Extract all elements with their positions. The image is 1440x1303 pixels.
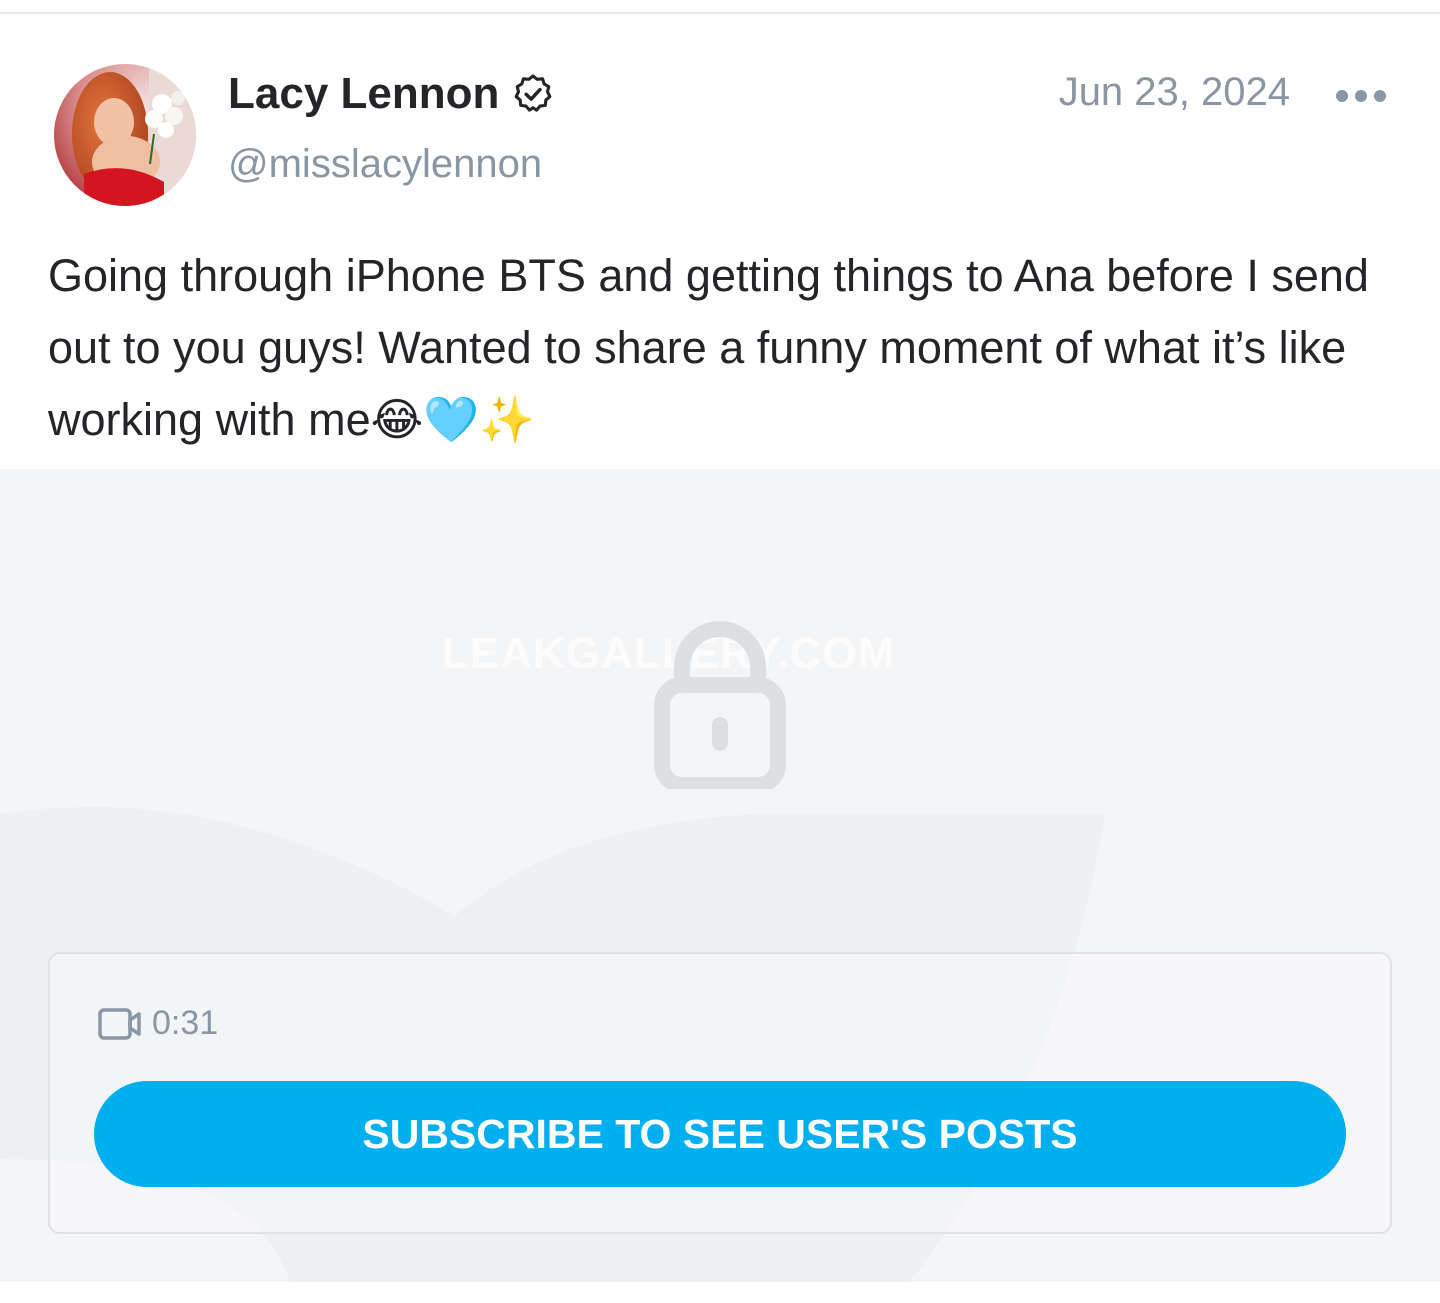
video-duration: 0:31	[152, 1004, 219, 1042]
avatar-photo	[54, 64, 196, 206]
video-camera-icon	[98, 1007, 141, 1040]
post-text: Going through iPhone BTS and getting thi…	[48, 250, 1369, 445]
avatar[interactable]	[54, 64, 196, 206]
more-dots-icon	[1336, 90, 1386, 102]
post-date[interactable]: Jun 23, 2024	[1059, 70, 1290, 115]
locked-media: LEAKGALLERY.COM 0:31 SUBSCRIBE TO SEE US…	[0, 469, 1440, 1282]
verified-badge-icon	[511, 72, 555, 116]
more-options-button[interactable]	[1330, 74, 1392, 118]
lock-icon	[654, 621, 786, 789]
author-name-row: Lacy Lennon	[228, 64, 555, 124]
subscribe-button[interactable]: SUBSCRIBE TO SEE USER'S POSTS	[94, 1081, 1346, 1187]
author-handle[interactable]: @misslacylennon	[228, 142, 542, 187]
locked-media-card: 0:31 SUBSCRIBE TO SEE USER'S POSTS	[48, 952, 1392, 1234]
post-card: Lacy Lennon @misslacylennon Jun 23, 2024…	[0, 14, 1440, 1303]
author-display-name[interactable]: Lacy Lennon	[228, 69, 499, 119]
media-info: 0:31	[98, 1004, 218, 1043]
